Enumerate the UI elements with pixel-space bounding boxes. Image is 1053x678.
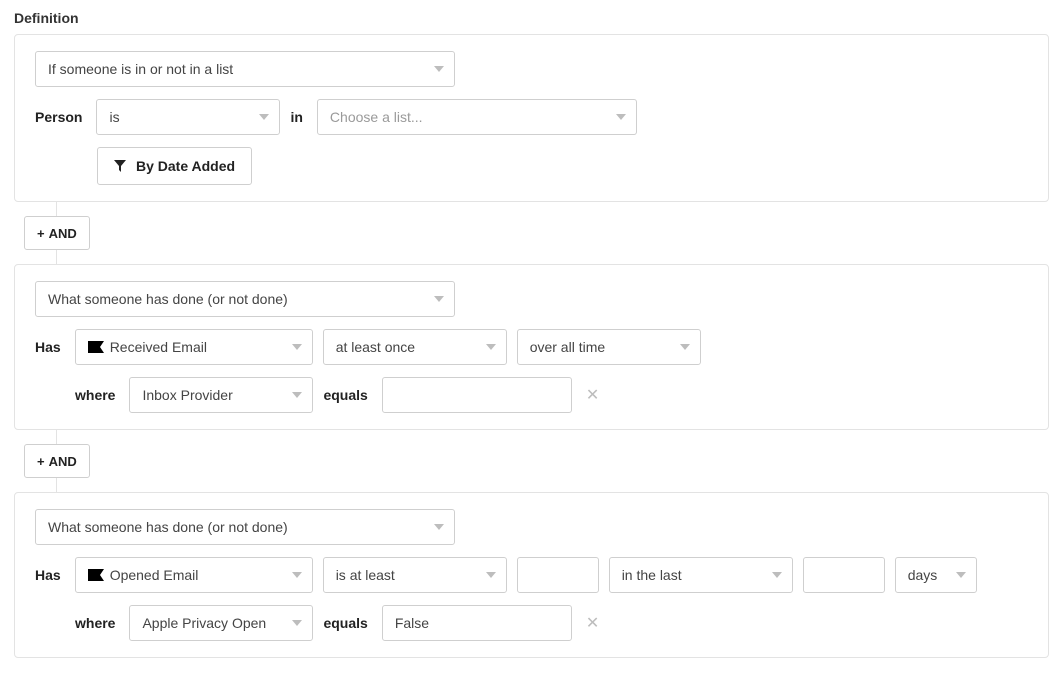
plus-icon: + bbox=[37, 454, 45, 469]
property-value: Apple Privacy Open bbox=[142, 615, 266, 631]
condition-type-label: If someone is in or not in a list bbox=[48, 61, 233, 77]
and-label: AND bbox=[49, 226, 77, 241]
chevron-down-icon bbox=[772, 572, 782, 578]
plus-icon: + bbox=[37, 226, 45, 241]
has-label: Has bbox=[35, 567, 61, 583]
chevron-down-icon bbox=[486, 344, 496, 350]
frequency-select[interactable]: at least once bbox=[323, 329, 507, 365]
timeframe-value: over all time bbox=[530, 339, 605, 355]
chevron-down-icon bbox=[956, 572, 966, 578]
condition-type-label: What someone has done (or not done) bbox=[48, 519, 288, 535]
and-button[interactable]: + AND bbox=[24, 444, 90, 478]
section-title: Definition bbox=[10, 10, 1053, 26]
timeframe-value: in the last bbox=[622, 567, 682, 583]
connector-line bbox=[56, 250, 57, 264]
timeframe-select[interactable]: in the last bbox=[609, 557, 793, 593]
property-select[interactable]: Inbox Provider bbox=[129, 377, 313, 413]
metric-value: Received Email bbox=[110, 339, 207, 355]
person-operator-value: is bbox=[109, 109, 119, 125]
timeframe-select[interactable]: over all time bbox=[517, 329, 701, 365]
metric-select[interactable]: Opened Email bbox=[75, 557, 313, 593]
condition-type-label: What someone has done (or not done) bbox=[48, 291, 288, 307]
by-date-added-button[interactable]: By Date Added bbox=[97, 147, 252, 185]
in-label: in bbox=[290, 109, 302, 125]
chevron-down-icon bbox=[259, 114, 269, 120]
remove-filter-icon[interactable]: ✕ bbox=[582, 613, 603, 633]
filter-icon bbox=[114, 160, 126, 172]
chevron-down-icon bbox=[486, 572, 496, 578]
where-label: where bbox=[75, 615, 115, 631]
count-input[interactable] bbox=[517, 557, 599, 593]
condition-type-select[interactable]: What someone has done (or not done) bbox=[35, 281, 455, 317]
chevron-down-icon bbox=[292, 620, 302, 626]
metric-value: Opened Email bbox=[110, 567, 199, 583]
has-label: Has bbox=[35, 339, 61, 355]
chevron-down-icon bbox=[616, 114, 626, 120]
person-operator-select[interactable]: is bbox=[96, 99, 280, 135]
property-value: Inbox Provider bbox=[142, 387, 232, 403]
equals-label: equals bbox=[323, 387, 367, 403]
connector-2: + AND bbox=[14, 430, 1053, 492]
list-select[interactable]: Choose a list... bbox=[317, 99, 637, 135]
connector-line bbox=[56, 202, 57, 216]
chevron-down-icon bbox=[434, 524, 444, 530]
where-label: where bbox=[75, 387, 115, 403]
condition-block-3: What someone has done (or not done) Has … bbox=[14, 492, 1049, 658]
chevron-down-icon bbox=[292, 392, 302, 398]
chevron-down-icon bbox=[434, 66, 444, 72]
and-button[interactable]: + AND bbox=[24, 216, 90, 250]
frequency-value: at least once bbox=[336, 339, 415, 355]
person-label: Person bbox=[35, 109, 82, 125]
list-placeholder: Choose a list... bbox=[330, 109, 423, 125]
chevron-down-icon bbox=[292, 344, 302, 350]
flag-icon bbox=[88, 569, 104, 581]
chevron-down-icon bbox=[292, 572, 302, 578]
chevron-down-icon bbox=[680, 344, 690, 350]
frequency-select[interactable]: is at least bbox=[323, 557, 507, 593]
time-unit-select[interactable]: days bbox=[895, 557, 977, 593]
time-value-input[interactable] bbox=[803, 557, 885, 593]
connector-1: + AND bbox=[14, 202, 1053, 264]
flag-icon bbox=[88, 341, 104, 353]
property-select[interactable]: Apple Privacy Open bbox=[129, 605, 313, 641]
metric-select[interactable]: Received Email bbox=[75, 329, 313, 365]
and-label: AND bbox=[49, 454, 77, 469]
connector-line bbox=[56, 430, 57, 444]
value-input[interactable] bbox=[382, 605, 572, 641]
equals-label: equals bbox=[323, 615, 367, 631]
connector-line bbox=[56, 478, 57, 492]
condition-type-select[interactable]: If someone is in or not in a list bbox=[35, 51, 455, 87]
remove-filter-icon[interactable]: ✕ bbox=[582, 385, 603, 405]
value-input[interactable] bbox=[382, 377, 572, 413]
filter-button-label: By Date Added bbox=[136, 158, 235, 174]
condition-block-2: What someone has done (or not done) Has … bbox=[14, 264, 1049, 430]
condition-block-1: If someone is in or not in a list Person… bbox=[14, 34, 1049, 202]
chevron-down-icon bbox=[434, 296, 444, 302]
time-unit-value: days bbox=[908, 567, 938, 583]
condition-type-select[interactable]: What someone has done (or not done) bbox=[35, 509, 455, 545]
frequency-value: is at least bbox=[336, 567, 395, 583]
